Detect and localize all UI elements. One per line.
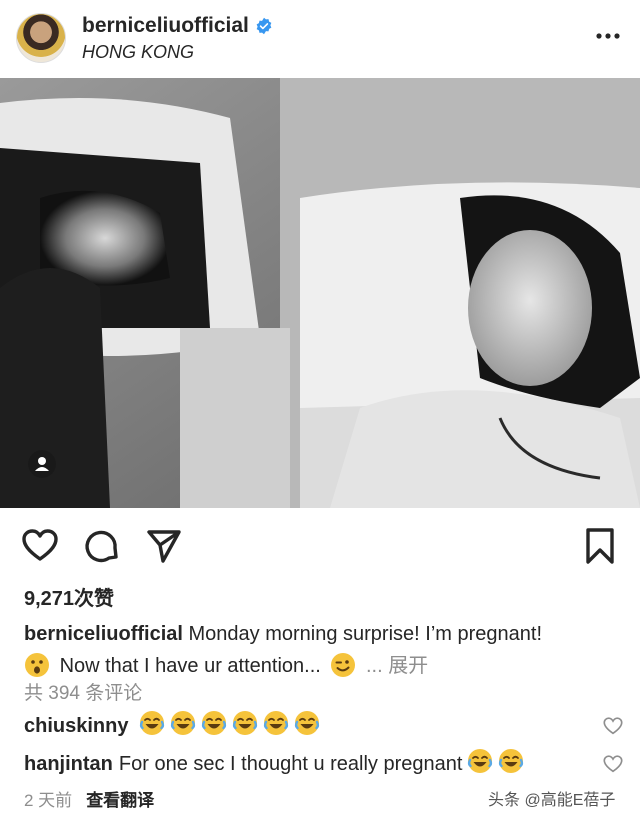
- username[interactable]: berniceliuofficial: [82, 14, 249, 38]
- post-header: berniceliuofficial HONG KONG: [0, 0, 640, 78]
- laughing-emoji-icon: [468, 749, 493, 773]
- winking-emoji-icon: [331, 653, 356, 677]
- bookmark-icon[interactable]: [580, 526, 620, 566]
- heart-icon[interactable]: [20, 526, 60, 566]
- laughing-emoji-icon: [171, 711, 196, 735]
- watermark: 头条 @高能E蓓子: [488, 792, 616, 809]
- username-row: berniceliuofficial: [82, 14, 273, 38]
- caption-text-line1: Monday morning surprise! I’m pregnant!: [188, 623, 543, 645]
- verified-icon: [256, 17, 272, 35]
- surprised-emoji-icon: [25, 653, 49, 677]
- laughing-emoji-icon: [233, 711, 258, 735]
- caption-text-line2: Now that I have ur attention...: [59, 655, 321, 677]
- comment-username[interactable]: chiuskinny: [24, 715, 128, 738]
- post-time: 2 天前: [24, 791, 73, 810]
- avatar[interactable]: [16, 13, 66, 63]
- caption-more-link[interactable]: 展开: [388, 655, 428, 677]
- post-photo[interactable]: [0, 78, 640, 508]
- view-comments-link[interactable]: 共 394 条评论: [24, 678, 142, 705]
- share-icon[interactable]: [144, 526, 184, 566]
- caption-username[interactable]: berniceliuofficial: [24, 623, 183, 645]
- more-icon[interactable]: [594, 26, 622, 46]
- comment-meta: 2 天前 查看翻译: [24, 786, 154, 811]
- comment-text: For one sec I thought u really pregnant: [118, 752, 463, 775]
- comment-like-icon[interactable]: [602, 715, 624, 737]
- comment-like-icon[interactable]: [602, 753, 624, 775]
- laughing-emoji-icon: [264, 711, 289, 735]
- laughing-emoji-group: [134, 710, 320, 742]
- action-bar: [0, 520, 640, 570]
- laughing-emoji-icon: [202, 711, 227, 735]
- location[interactable]: HONG KONG: [82, 42, 194, 63]
- comment-username[interactable]: hanjintan: [24, 753, 113, 776]
- translate-link[interactable]: 查看翻译: [86, 786, 154, 811]
- laughing-emoji-icon: [140, 711, 165, 735]
- laughing-emoji-group: [462, 748, 524, 780]
- comment-icon[interactable]: [82, 526, 122, 566]
- laughing-emoji-icon: [295, 711, 320, 735]
- comment-row: hanjintan For one sec I thought u really…: [24, 748, 624, 780]
- ultrasound-photo: [0, 78, 640, 508]
- laughing-emoji-icon: [499, 749, 524, 773]
- caption-ellipsis: ...: [365, 655, 383, 677]
- user-tag-icon[interactable]: [28, 450, 56, 478]
- comment-row: chiuskinny: [24, 710, 624, 742]
- caption: berniceliuofficial Monday morning surpri…: [24, 618, 624, 682]
- likes-count[interactable]: 9,271次赞: [24, 582, 114, 611]
